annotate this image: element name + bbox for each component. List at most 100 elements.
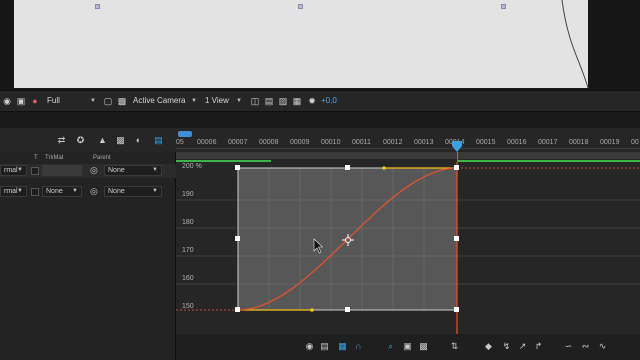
preserve-transparency-checkbox[interactable] — [31, 167, 39, 175]
graph-editor-toolbar: ◉ ▤ ▦ ∩ ⌕ ▣ ▩ ⇅ ◆ ↯ ↗ ↱ ∽ ∾ ∿ — [176, 334, 640, 360]
comp-flowchart-icon[interactable]: ▦ — [292, 96, 302, 106]
graph-editor-canvas[interactable] — [176, 162, 640, 334]
trkmat-column-label: TrkMat — [45, 155, 64, 161]
easy-ease-out-icon[interactable]: ∿ — [597, 341, 608, 352]
transform-box-handle — [235, 307, 240, 312]
choose-property-icon[interactable]: ◉ — [304, 341, 315, 352]
y-axis-label: 170 — [182, 247, 194, 254]
easy-ease-in-icon[interactable]: ∾ — [580, 341, 591, 352]
view-layout-select[interactable]: 1 View — [205, 96, 229, 105]
transform-box-handle — [454, 165, 459, 170]
motion-blur-icon[interactable]: ◐ — [133, 135, 144, 146]
toggle-pixel-aspect-icon[interactable]: ◫ — [250, 96, 260, 106]
viewer-toolbar: ◉ ▣ ● Full ▼ ▢ ▩ Active Camera ▼ 1 View … — [0, 90, 640, 112]
trkmat-select[interactable]: None ▼ — [42, 186, 82, 197]
chevron-down-icon[interactable]: ▼ — [191, 98, 197, 104]
motion-path-thumbnail — [561, 0, 589, 88]
time-tick-label: 05 — [176, 139, 184, 146]
show-transform-box-icon[interactable]: ▦ — [337, 341, 348, 352]
work-area-start-handle[interactable] — [178, 131, 192, 137]
graph-options-icon[interactable]: ▤ — [319, 341, 330, 352]
bezier-handle — [382, 166, 386, 170]
time-tick-label: 00010 — [321, 139, 341, 146]
t-column-label: T — [34, 155, 38, 161]
composition-canvas[interactable] — [14, 0, 588, 88]
time-tick-label: 00011 — [352, 139, 371, 146]
composition-viewer[interactable] — [0, 0, 640, 90]
pick-whip-icon[interactable]: ◎ — [90, 186, 98, 197]
snap-icon[interactable]: ∩ — [353, 341, 364, 352]
mask-vertex-handle[interactable] — [501, 4, 506, 9]
convert-to-linear-icon[interactable]: ↗ — [517, 341, 528, 352]
timeline-panel: 05 00006 00007 00008 00009 00010 00011 0… — [176, 128, 640, 360]
exposure-value[interactable]: +0,0 — [321, 96, 337, 105]
time-tick-label: 00013 — [414, 139, 434, 146]
layer-column-header: T TrkMat Parent — [0, 154, 176, 163]
separate-dimensions-icon[interactable]: ⇅ — [449, 341, 460, 352]
panel-divider — [0, 112, 640, 128]
y-axis-label: 180 — [182, 219, 194, 226]
frame-blending-icon[interactable]: ▩ — [115, 135, 126, 146]
time-tick-label: 00008 — [259, 139, 279, 146]
transparency-grid-icon[interactable]: ▩ — [117, 96, 127, 106]
mask-vertex-handle[interactable] — [298, 4, 303, 9]
parent-select[interactable]: None ▼ — [104, 186, 162, 197]
time-tick-label: 00012 — [383, 139, 403, 146]
time-tick-label: 00009 — [290, 139, 310, 146]
work-area-bar[interactable] — [176, 152, 640, 159]
transform-box-handle — [235, 165, 240, 170]
exposure-reset-icon[interactable]: ✹ — [307, 96, 317, 106]
trkmat-select[interactable] — [42, 165, 82, 176]
blend-mode-select[interactable]: rmal ▼ — [0, 186, 27, 197]
mask-vertex-handle[interactable] — [95, 4, 100, 9]
preserve-transparency-checkbox[interactable] — [31, 188, 39, 196]
active-camera-select[interactable]: Active Camera — [133, 96, 185, 105]
chevron-down-icon[interactable]: ▼ — [90, 98, 96, 104]
bezier-handle — [310, 308, 314, 312]
resolution-select[interactable]: Full — [47, 96, 60, 105]
convert-to-hold-icon[interactable]: ↯ — [501, 341, 512, 352]
y-axis-label: 160 — [182, 275, 194, 282]
convert-to-auto-bezier-icon[interactable]: ↱ — [533, 341, 544, 352]
graph-editor[interactable]: 200 % 190 180 170 160 150 — [176, 162, 640, 334]
time-tick-label: 00017 — [538, 139, 558, 146]
easy-ease-icon[interactable]: ∽ — [563, 341, 574, 352]
layer-row[interactable]: rmal ▼ None ▼ ◎ None ▼ — [0, 185, 176, 199]
transform-box-handle — [235, 236, 240, 241]
transform-box-handle — [454, 307, 459, 312]
chevron-down-icon[interactable]: ▼ — [236, 98, 242, 104]
region-of-interest-icon[interactable]: ▢ — [103, 96, 113, 106]
pick-whip-icon[interactable]: ◎ — [90, 165, 98, 176]
camera-snapshot-icon[interactable]: ◉ — [2, 96, 12, 106]
y-axis-label: 190 — [182, 191, 194, 198]
draft-3d-icon[interactable]: ✪ — [75, 135, 86, 146]
parent-column-label: Parent — [93, 155, 111, 161]
layer-row[interactable]: rmal ▼ ◎ None ▼ — [0, 164, 176, 178]
time-tick-label: 00018 — [569, 139, 589, 146]
layer-panel-toolbar: ⇄ ✪ ▲ ▩ ◐ ▤ — [0, 128, 176, 152]
y-axis-label: 200 % — [182, 163, 202, 170]
comp-mini-flowchart-icon[interactable]: ⇄ — [56, 135, 67, 146]
blend-mode-select[interactable]: rmal ▼ — [0, 165, 27, 176]
hide-shy-layers-icon[interactable]: ▲ — [97, 135, 108, 146]
show-snapshot-icon[interactable]: ▣ — [16, 96, 26, 106]
fit-all-icon[interactable]: ▩ — [418, 341, 429, 352]
edit-keyframe-icon[interactable]: ◆ — [483, 341, 494, 352]
auto-zoom-height-icon[interactable]: ⌕ — [385, 341, 396, 352]
time-tick-label: 00 — [631, 139, 639, 146]
graph-editor-icon[interactable]: ▤ — [153, 135, 164, 146]
color-channels-icon[interactable]: ● — [30, 96, 40, 106]
time-tick-label: 00006 — [197, 139, 217, 146]
transform-box-handle — [345, 307, 350, 312]
fast-previews-icon[interactable]: ▤ — [264, 96, 274, 106]
fit-selection-icon[interactable]: ▣ — [402, 341, 413, 352]
timeline-icon[interactable]: ▨ — [278, 96, 288, 106]
time-ruler[interactable]: 05 00006 00007 00008 00009 00010 00011 0… — [176, 128, 640, 162]
time-tick-label: 00019 — [600, 139, 620, 146]
layer-panel: ⇄ ✪ ▲ ▩ ◐ ▤ T TrkMat Parent rmal ▼ ◎ None… — [0, 128, 176, 360]
transform-box-handle — [345, 165, 350, 170]
time-tick-label: 00007 — [228, 139, 248, 146]
time-tick-label: 00016 — [507, 139, 527, 146]
y-axis-label: 150 — [182, 303, 194, 310]
parent-select[interactable]: None ▼ — [104, 165, 162, 176]
